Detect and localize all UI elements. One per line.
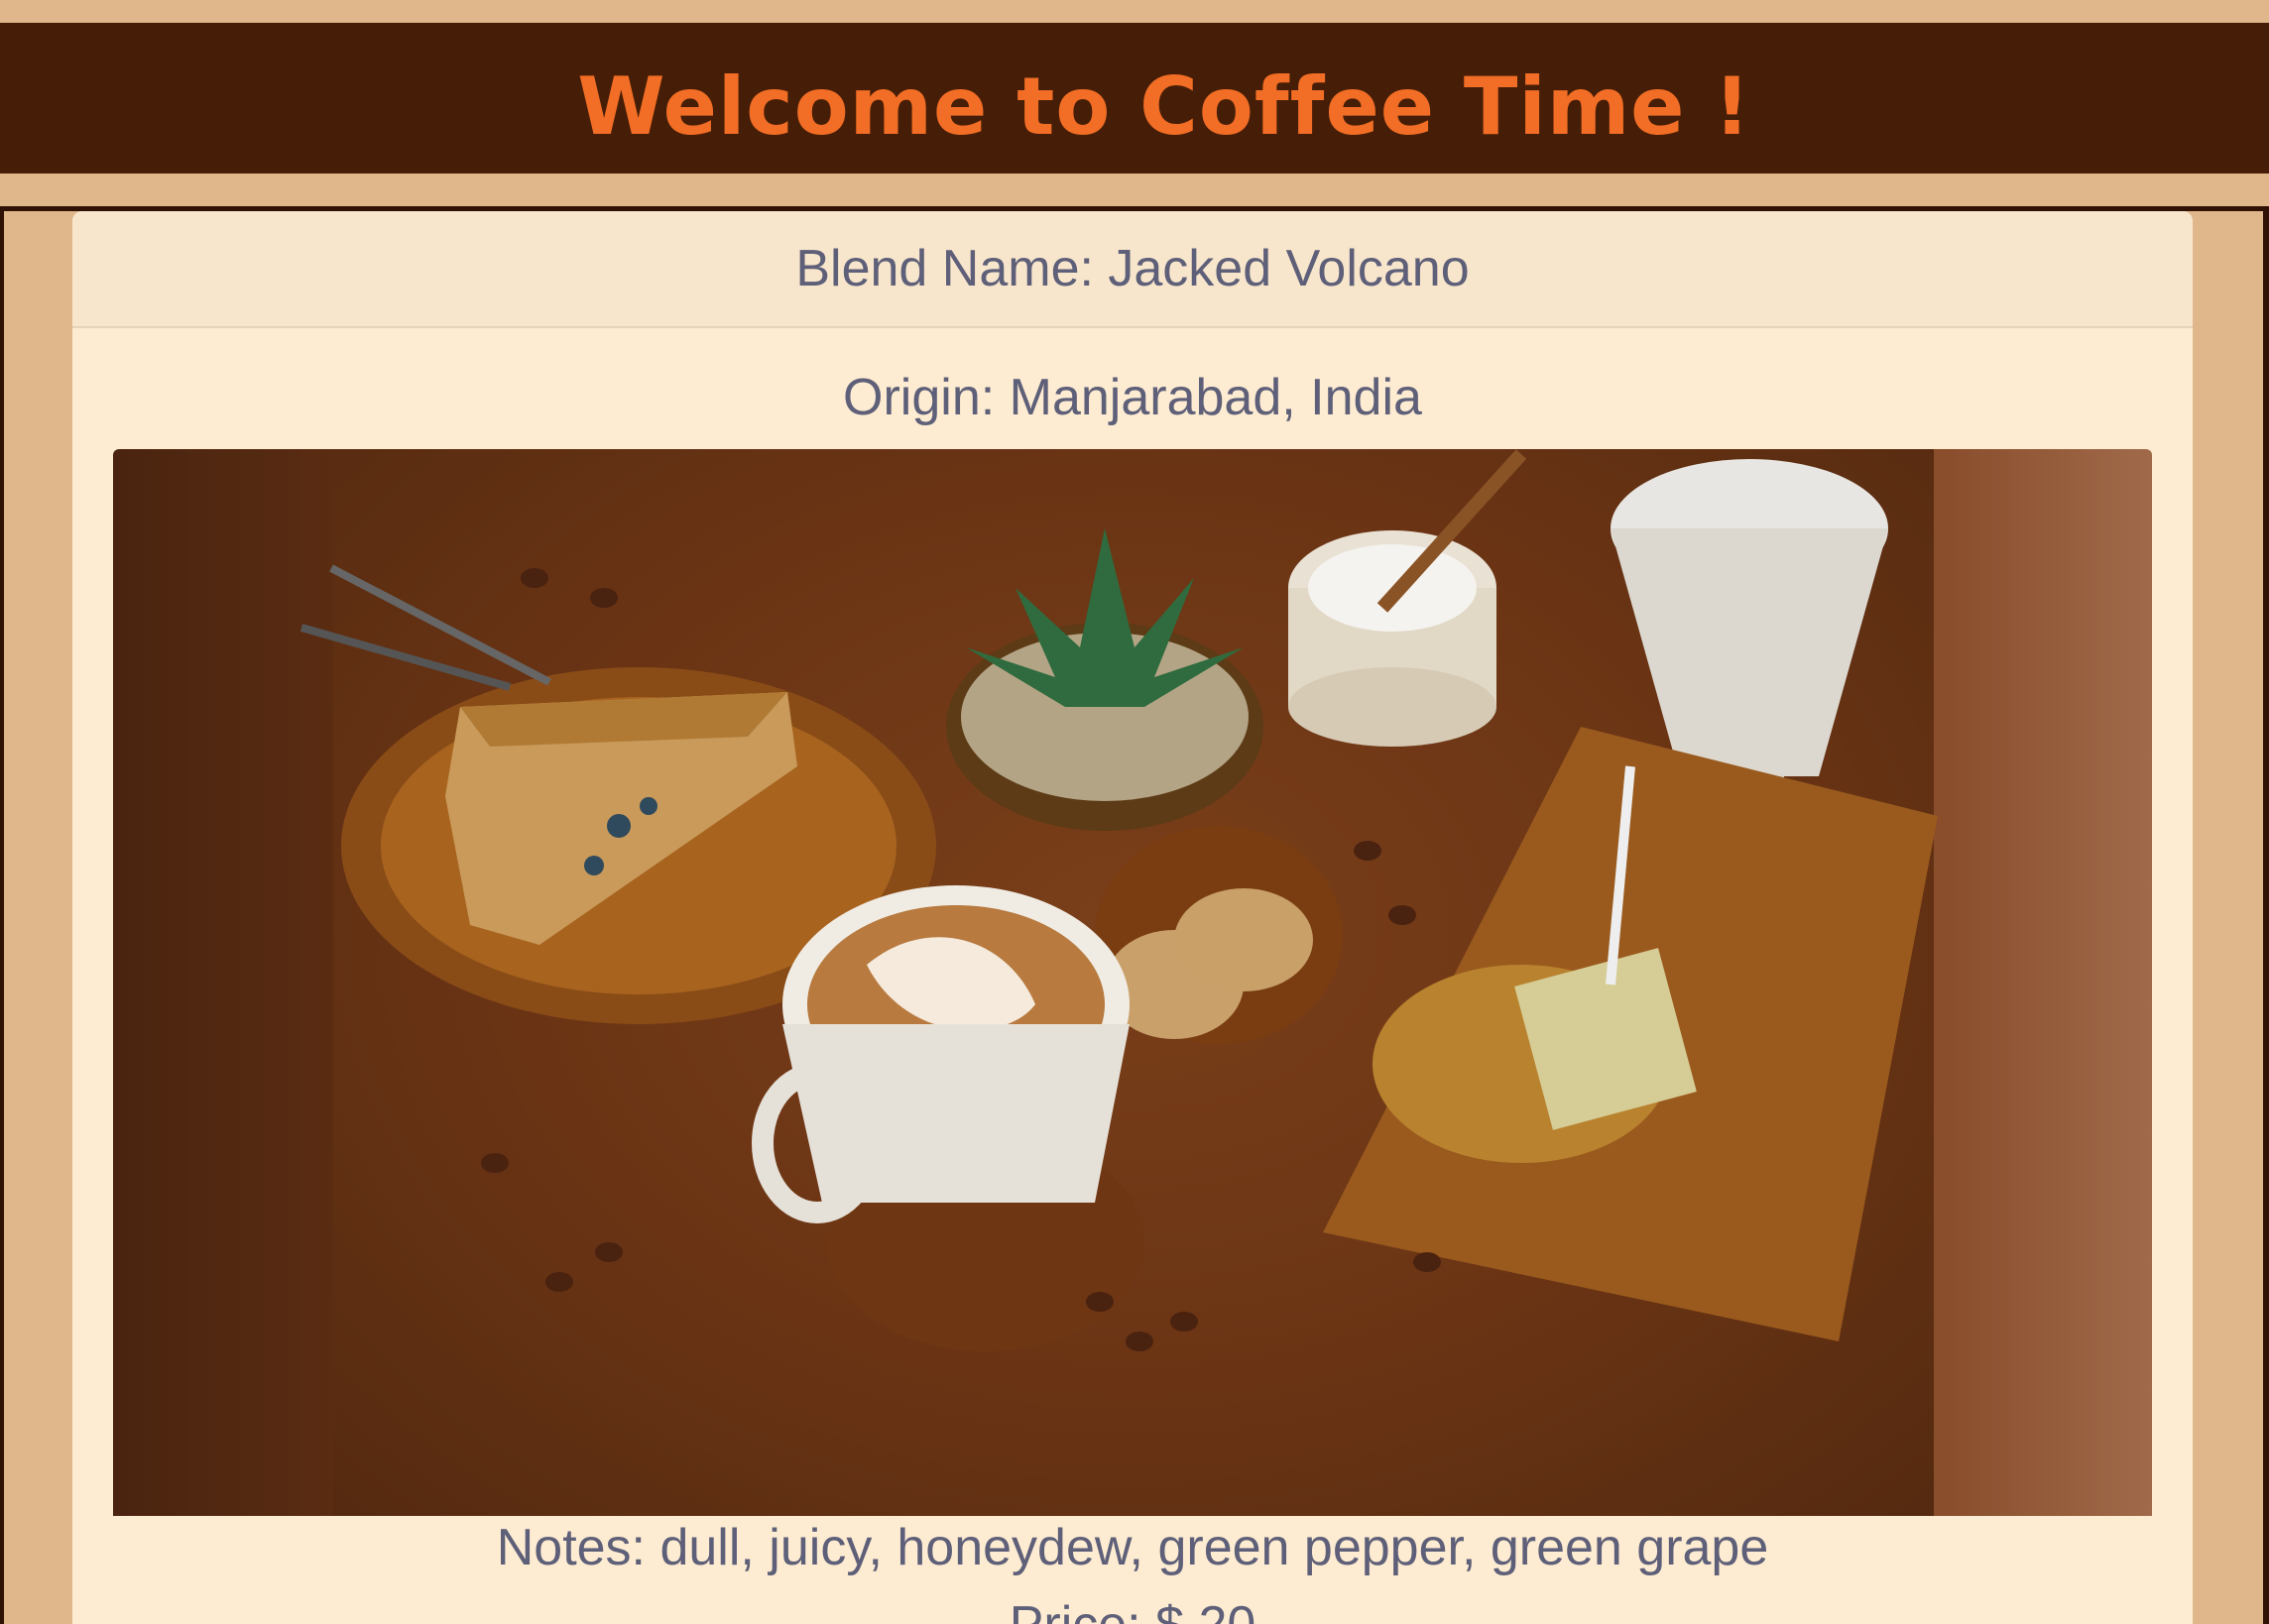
origin-text: Origin: Manjarabad, India <box>843 369 1422 426</box>
blend-name: Blend Name: Jacked Volcano <box>795 240 1470 297</box>
frame-left-border <box>0 211 4 1624</box>
page-title: Welcome to Coffee Time ! <box>577 60 1751 153</box>
notes-text: Notes: dull, juicy, honeydew, green pepp… <box>496 1519 1769 1576</box>
frame-right-border <box>2263 211 2269 1624</box>
site-header: Welcome to Coffee Time ! <box>0 23 2269 174</box>
coffee-card: Blend Name: Jacked Volcano Origin: Manja… <box>72 211 2193 1624</box>
price-text: Price: $ 20 <box>72 1595 2193 1624</box>
card-header: Blend Name: Jacked Volcano <box>72 211 2193 328</box>
photo-illustration <box>299 449 1938 1351</box>
coffee-image <box>113 449 2152 1516</box>
